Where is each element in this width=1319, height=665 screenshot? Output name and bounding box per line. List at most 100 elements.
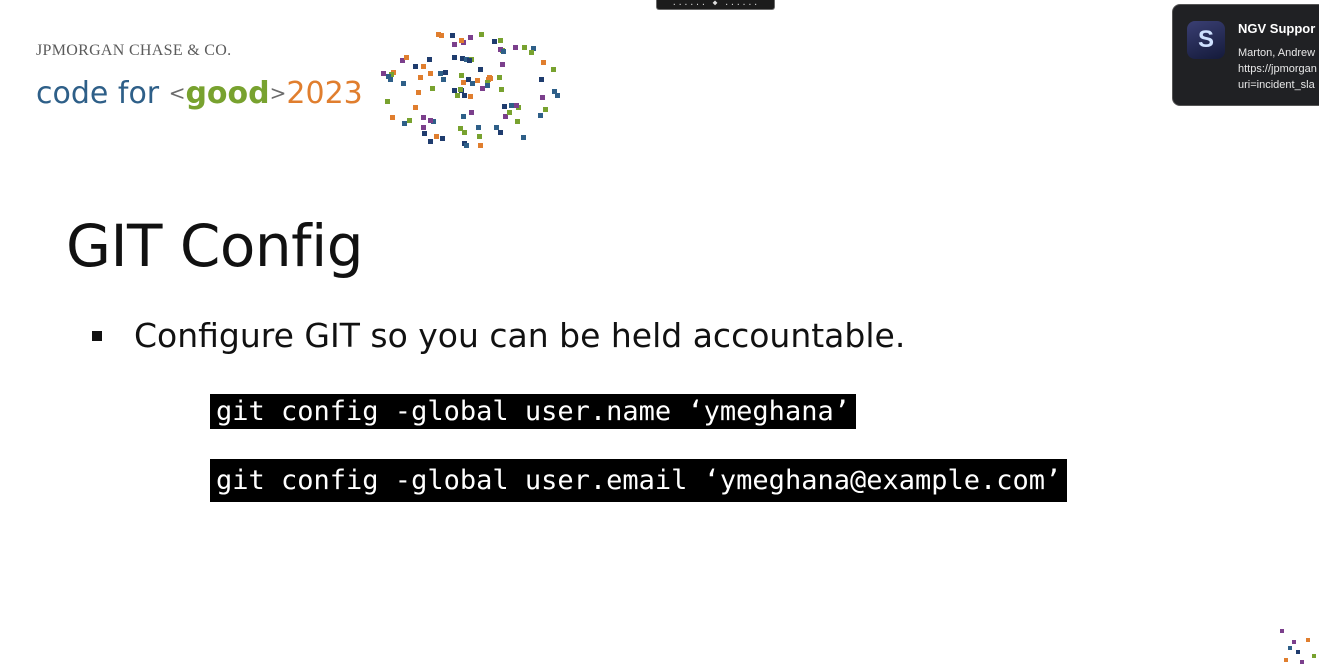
decorative-pixel — [467, 58, 472, 63]
decorative-pixel — [434, 134, 439, 139]
decorative-pixel — [477, 134, 482, 139]
decorative-pixel — [468, 35, 473, 40]
decorative-pixel — [503, 114, 508, 119]
decorative-pixel — [521, 135, 526, 140]
decorative-pixel — [466, 77, 471, 82]
decorative-pixel — [385, 99, 390, 104]
decorative-pixel — [458, 87, 463, 92]
decorative-pixel — [421, 125, 426, 130]
bullet-item: Configure GIT so you can be held account… — [92, 316, 905, 355]
decorative-pixel — [486, 77, 491, 82]
decorative-pixel — [391, 70, 396, 75]
decorative-pixel — [455, 93, 460, 98]
decorative-pixel — [552, 89, 557, 94]
decorative-pixel — [507, 110, 512, 115]
slide-title: GIT Config — [66, 212, 364, 280]
decorative-pixel — [501, 49, 506, 54]
decorative-pixel — [389, 72, 394, 77]
decorative-pixel — [404, 55, 409, 60]
decorative-pixel — [428, 139, 433, 144]
decorative-pixel — [1300, 660, 1304, 664]
decorative-pixel — [462, 93, 467, 98]
decorative-pixel — [439, 33, 444, 38]
decorative-pixel — [428, 118, 433, 123]
decorative-pixel — [1284, 658, 1288, 662]
decorative-pixel — [1288, 646, 1292, 650]
decorative-pixel — [509, 103, 514, 108]
decorative-pixel — [514, 103, 519, 108]
decorative-pixel — [543, 107, 548, 112]
code-command-email: git config -global user.email ‘ymeghana@… — [210, 459, 1068, 502]
decorative-pixel — [555, 93, 560, 98]
decorative-pixel — [462, 141, 467, 146]
decorative-pixel — [498, 38, 503, 43]
notification-line: Marton, Andrew — [1238, 47, 1316, 59]
decorative-pixel — [452, 88, 457, 93]
decorative-pixel — [529, 50, 534, 55]
decorative-pixel — [494, 125, 499, 130]
decorative-pixel — [461, 40, 466, 45]
decorative-pixel — [502, 104, 507, 109]
decorative-pixel — [540, 95, 545, 100]
decorative-pixel — [541, 60, 546, 65]
decorative-pixel — [1296, 650, 1300, 654]
decorative-pixel — [1306, 638, 1310, 642]
decorative-pixel — [499, 87, 504, 92]
window-drag-handle[interactable]: ...... ◆ ...... — [656, 0, 775, 10]
decorative-pixel — [413, 105, 418, 110]
code-for-good-logo: code for <good>2023 — [36, 76, 363, 111]
decorative-pixel — [422, 131, 427, 136]
decorative-pixel — [500, 48, 505, 53]
decorative-pixel — [516, 105, 521, 110]
notification-title: NGV Suppor — [1238, 21, 1316, 36]
decorative-pixel — [487, 75, 492, 80]
decorative-pixel — [443, 70, 448, 75]
decorative-pixel — [538, 113, 543, 118]
decorative-pixel — [458, 126, 463, 131]
decorative-pixel — [438, 71, 443, 76]
decorative-pixel — [416, 90, 421, 95]
bullet-text: Configure GIT so you can be held account… — [134, 316, 906, 355]
decorative-pixel — [515, 119, 520, 124]
decorative-pixel — [386, 74, 391, 79]
notification-line: uri=incident_sla — [1238, 79, 1315, 91]
cfg-prefix: code for — [36, 76, 160, 111]
decorative-pixel — [421, 64, 426, 69]
decorative-pixel — [468, 94, 473, 99]
decorative-pixel — [464, 143, 469, 148]
decorative-pixel — [1312, 654, 1316, 658]
decorative-pixel — [381, 71, 386, 76]
decorative-pixel — [402, 121, 407, 126]
decorative-pixel — [531, 46, 536, 51]
decorative-pixel — [513, 45, 518, 50]
decorative-pixel — [469, 57, 474, 62]
decorative-pixel — [430, 86, 435, 91]
decorative-pixel — [475, 78, 480, 83]
decorative-pixel — [485, 83, 490, 88]
bullet-square-icon — [92, 330, 102, 341]
decorative-pixel — [459, 73, 464, 78]
decorative-pixel — [400, 58, 405, 63]
decorative-pixel — [418, 75, 423, 80]
decorative-pixel — [500, 62, 505, 67]
decorative-pixel — [413, 64, 418, 69]
decorative-pixel — [485, 80, 490, 85]
decorative-pixel — [1280, 629, 1284, 633]
decorative-pixel — [497, 75, 502, 80]
decorative-pixel — [388, 77, 393, 82]
decorative-pixel — [452, 55, 457, 60]
cfg-year: 2023 — [286, 76, 363, 111]
decorative-pixel — [462, 130, 467, 135]
decorative-pixel — [470, 81, 475, 86]
decorative-pixel — [459, 88, 464, 93]
decorative-pixel — [464, 57, 469, 62]
jpmorgan-logo-text: JPMORGAN CHASE & CO. — [36, 42, 232, 59]
decorative-pixel — [498, 130, 503, 135]
notification-toast[interactable]: S NGV Suppor Marton, Andrew https://jpmo… — [1172, 4, 1319, 106]
decorative-pixel — [441, 77, 446, 82]
decorative-pixel — [479, 32, 484, 37]
decorative-pixel — [478, 67, 483, 72]
decorative-pixel — [488, 76, 493, 81]
decorative-pixel — [390, 115, 395, 120]
decorative-pixel — [450, 33, 455, 38]
